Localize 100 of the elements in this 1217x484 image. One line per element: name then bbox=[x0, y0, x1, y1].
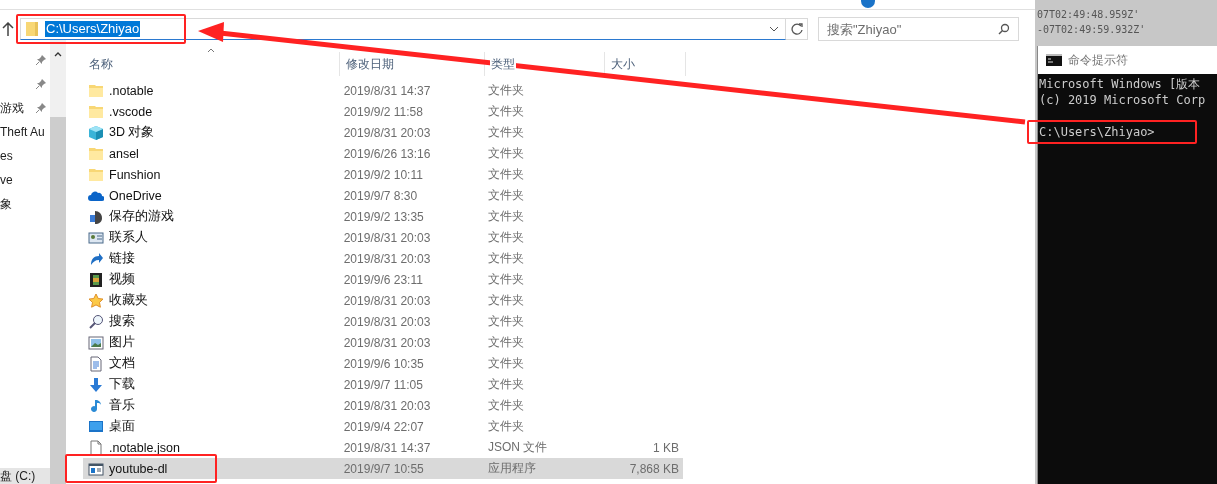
folder-icon bbox=[88, 82, 104, 99]
column-header[interactable]: 修改日期 bbox=[345, 57, 395, 71]
file-row[interactable]: 链接 2019/8/31 20:03 文件夹 bbox=[83, 248, 683, 269]
column-header[interactable]: 大小 bbox=[610, 57, 636, 71]
modified-date: 2019/9/7 11:05 bbox=[342, 377, 424, 392]
file-name: 链接 bbox=[109, 250, 135, 267]
log-line: 07T02:49:48.959Z' bbox=[1037, 8, 1141, 22]
modified-date: 2019/9/2 11:58 bbox=[342, 104, 424, 119]
scrollbar[interactable] bbox=[50, 40, 66, 484]
modified-date: 2019/8/31 14:37 bbox=[342, 83, 432, 98]
modified-date: 2019/9/2 10:11 bbox=[342, 167, 424, 182]
modified-date: 2019/9/6 10:35 bbox=[342, 356, 425, 371]
folder-icon bbox=[25, 21, 39, 37]
column-header[interactable]: 类型 bbox=[490, 57, 516, 71]
file-name: OneDrive bbox=[109, 188, 162, 203]
folder-icon bbox=[88, 145, 104, 162]
modified-date: 2019/8/31 20:03 bbox=[342, 398, 432, 413]
file-type: 文件夹 bbox=[486, 418, 525, 435]
file-row[interactable]: 联系人 2019/8/31 20:03 文件夹 bbox=[83, 227, 683, 248]
file-row[interactable]: 音乐 2019/8/31 20:03 文件夹 bbox=[83, 395, 683, 416]
cube-icon bbox=[88, 124, 104, 141]
file-name: 收藏夹 bbox=[109, 292, 148, 309]
address-path: C:\Users\Zhiyao bbox=[45, 21, 141, 37]
file-name: .notable bbox=[109, 83, 154, 98]
file-row[interactable]: 保存的游戏 2019/9/2 13:35 文件夹 bbox=[83, 206, 683, 227]
file-type: 文件夹 bbox=[486, 124, 525, 141]
search-icon bbox=[998, 23, 1010, 35]
file-row[interactable]: 视频 2019/9/6 23:11 文件夹 bbox=[83, 269, 683, 290]
file-type: 应用程序 bbox=[486, 460, 537, 477]
file-type: 文件夹 bbox=[486, 250, 525, 267]
nav-item[interactable]: 象 bbox=[0, 195, 12, 213]
modified-date: 2019/8/31 20:03 bbox=[342, 335, 432, 350]
column-header[interactable]: 名称 bbox=[88, 57, 114, 71]
file-type: 文件夹 bbox=[486, 103, 525, 120]
monitor-icon bbox=[88, 418, 104, 435]
info-icon bbox=[861, 0, 875, 8]
refresh-icon bbox=[790, 23, 803, 35]
file-name: 下载 bbox=[109, 376, 135, 393]
modified-date: 2019/8/31 14:37 bbox=[342, 440, 432, 455]
modified-date: 2019/8/31 20:03 bbox=[342, 230, 432, 245]
nav-item[interactable]: Theft Au bbox=[0, 125, 45, 139]
modified-date: 2019/8/31 20:03 bbox=[342, 125, 432, 140]
window-icon bbox=[88, 460, 104, 477]
nav-item[interactable]: 游戏 bbox=[0, 99, 24, 117]
window-title: 命令提示符 bbox=[1068, 51, 1128, 69]
modified-date: 2019/8/31 20:03 bbox=[342, 314, 432, 329]
file-type: 文件夹 bbox=[486, 376, 525, 393]
file-row[interactable]: .vscode 2019/9/2 11:58 文件夹 bbox=[83, 101, 683, 122]
address-bar[interactable]: C:\Users\Zhiyao bbox=[20, 18, 786, 40]
file-name: Funshion bbox=[109, 167, 161, 182]
file-row[interactable]: .notable 2019/8/31 14:37 文件夹 bbox=[83, 80, 683, 101]
file-size: 1 KB bbox=[652, 440, 680, 455]
file-name: youtube-dl bbox=[109, 461, 168, 476]
file-type: 文件夹 bbox=[486, 208, 525, 225]
scrollbar-thumb[interactable] bbox=[50, 117, 66, 484]
file-row[interactable]: 文档 2019/9/6 10:35 文件夹 bbox=[83, 353, 683, 374]
console-icon bbox=[1046, 54, 1062, 66]
file-name: ansel bbox=[109, 146, 139, 161]
file-type: 文件夹 bbox=[486, 145, 525, 162]
folder-icon bbox=[88, 166, 104, 183]
modified-date: 2019/8/31 20:03 bbox=[342, 251, 432, 266]
file-type: JSON 文件 bbox=[486, 439, 549, 456]
caret-up-icon bbox=[54, 52, 62, 57]
nav-item[interactable]: ve bbox=[0, 173, 13, 187]
document-icon bbox=[88, 355, 104, 372]
file-type: 文件夹 bbox=[486, 355, 525, 372]
command-prompt: C:\Users\Zhiyao> bbox=[1039, 124, 1155, 140]
search-field[interactable]: 搜索"Zhiyao" bbox=[818, 17, 1019, 41]
file-row[interactable]: .notable.json 2019/8/31 14:37 JSON 文件 1 KB bbox=[83, 437, 683, 458]
file-name: 3D 对象 bbox=[109, 124, 155, 141]
file-row[interactable]: 搜索 2019/8/31 20:03 文件夹 bbox=[83, 311, 683, 332]
file-type: 文件夹 bbox=[486, 187, 525, 204]
nav-item[interactable]: es bbox=[0, 149, 13, 163]
modified-date: 2019/9/4 22:07 bbox=[342, 419, 425, 434]
file-name: 联系人 bbox=[109, 229, 148, 246]
file-name: 搜索 bbox=[109, 313, 135, 330]
file-row[interactable]: 桌面 2019/9/4 22:07 文件夹 bbox=[83, 416, 683, 437]
file-type: 文件夹 bbox=[486, 229, 525, 246]
file-row[interactable]: youtube-dl 2019/9/7 10:55 应用程序 7,868 KB bbox=[83, 458, 683, 479]
file-name: 桌面 bbox=[109, 418, 135, 435]
file-type: 文件夹 bbox=[486, 271, 525, 288]
file-row[interactable]: 下载 2019/9/7 11:05 文件夹 bbox=[83, 374, 683, 395]
file-row[interactable]: 3D 对象 2019/8/31 20:03 文件夹 bbox=[83, 122, 683, 143]
file-row[interactable]: 收藏夹 2019/8/31 20:03 文件夹 bbox=[83, 290, 683, 311]
file-row[interactable]: ansel 2019/6/26 13:16 文件夹 bbox=[83, 143, 683, 164]
file-row[interactable]: OneDrive 2019/9/7 8:30 文件夹 bbox=[83, 185, 683, 206]
file-type: 文件夹 bbox=[486, 397, 525, 414]
dropdown-icon bbox=[769, 26, 779, 32]
contact-card-icon bbox=[88, 229, 104, 246]
picture-icon bbox=[88, 334, 104, 351]
star-icon bbox=[88, 292, 104, 309]
file-row[interactable]: Funshion 2019/9/2 10:11 文件夹 bbox=[83, 164, 683, 185]
modified-date: 2019/8/31 20:03 bbox=[342, 293, 432, 308]
refresh-button[interactable] bbox=[786, 18, 808, 40]
modified-date: 2019/9/2 13:35 bbox=[342, 209, 425, 224]
file-name: 图片 bbox=[109, 334, 135, 351]
file-type: 文件夹 bbox=[486, 82, 525, 99]
film-strip-icon bbox=[88, 271, 104, 288]
file-size: 7,868 KB bbox=[628, 461, 680, 476]
file-row[interactable]: 图片 2019/8/31 20:03 文件夹 bbox=[83, 332, 683, 353]
